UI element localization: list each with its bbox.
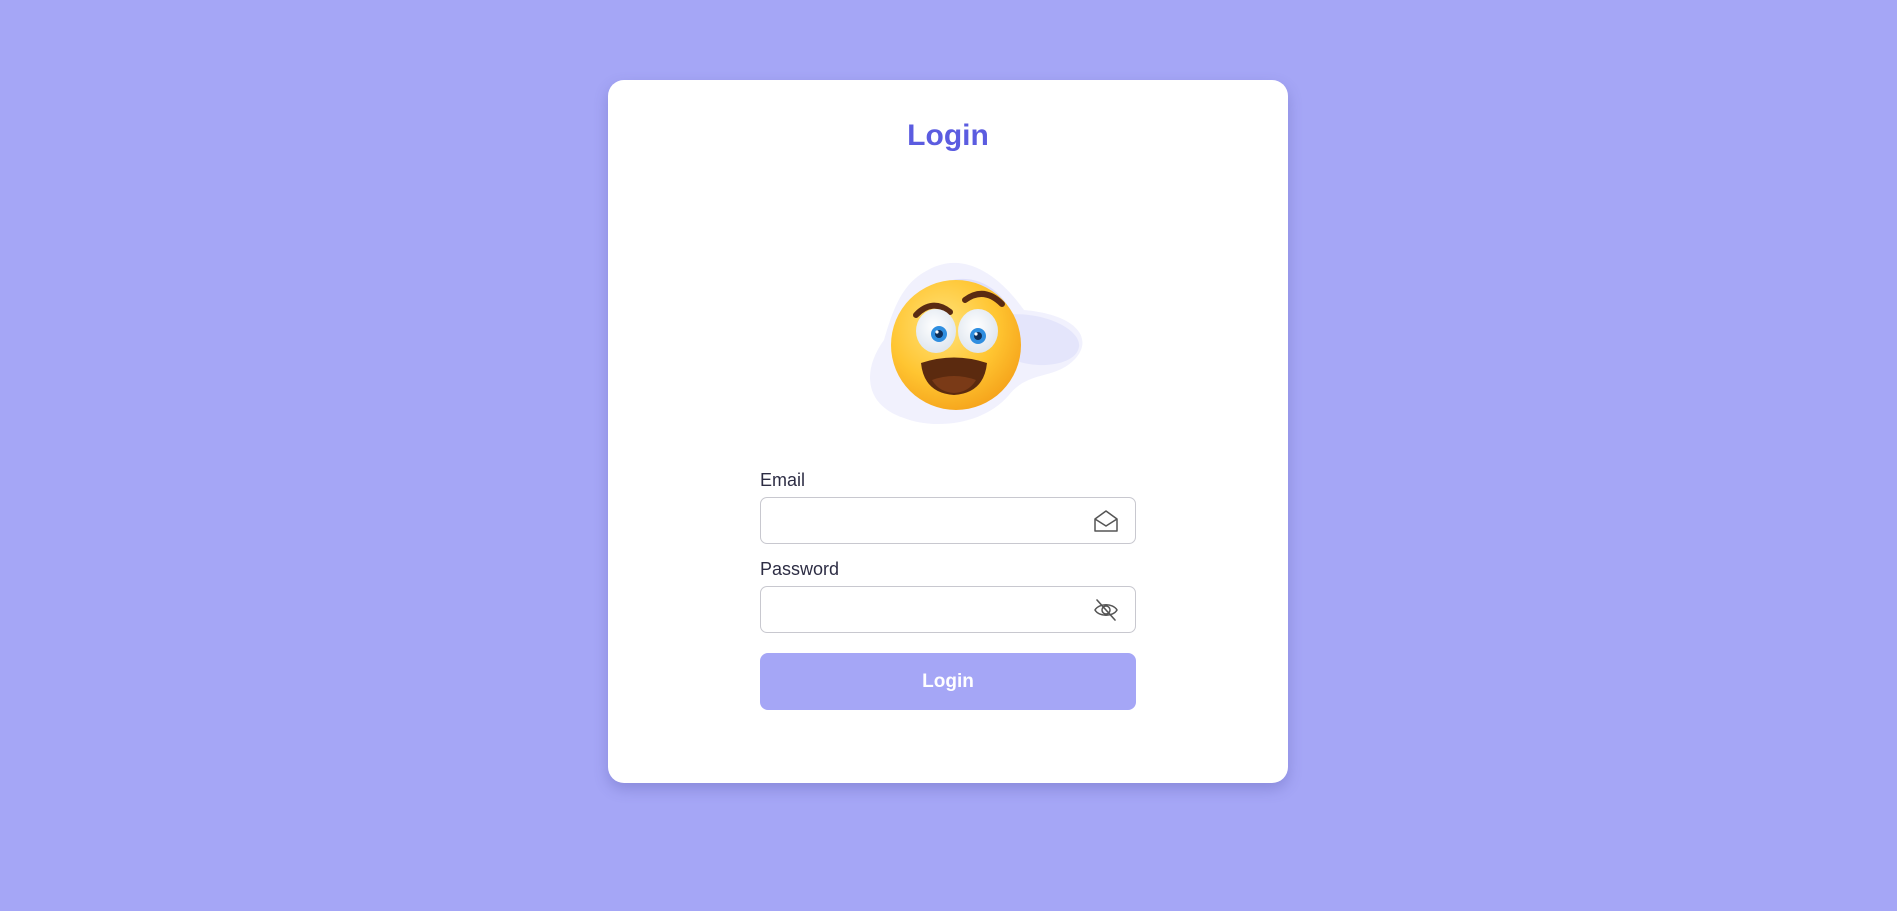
login-button[interactable]: Login <box>760 653 1136 710</box>
envelope-open-icon <box>1093 508 1119 534</box>
login-form: Email Password Login <box>760 469 1136 710</box>
eye-slash-icon[interactable] <box>1093 597 1119 623</box>
login-card: Login Email Password Login <box>608 80 1288 783</box>
email-label: Email <box>760 470 806 490</box>
emoji-illustration <box>824 220 1084 430</box>
email-field-wrapper[interactable] <box>760 497 1136 544</box>
password-field-wrapper[interactable] <box>760 586 1136 633</box>
password-field[interactable] <box>761 587 1071 632</box>
page-title: Login <box>907 119 989 152</box>
email-field[interactable] <box>761 498 1071 543</box>
surprised-face-emoji-icon <box>870 262 1083 425</box>
password-label: Password <box>760 559 840 579</box>
